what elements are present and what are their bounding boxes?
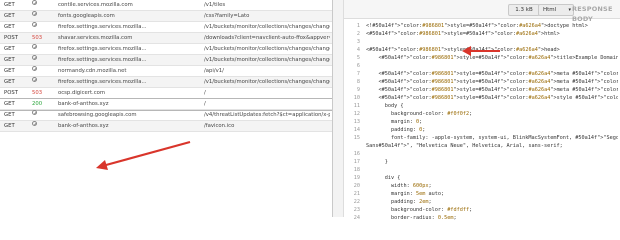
request-row[interactable]: POST 503 ocsp.digicert.com /	[0, 88, 332, 99]
blocked-icon	[32, 22, 50, 32]
response-panel: 1.3 kB Html RESPONSE BODY 1<!#50a14f">"c…	[344, 0, 620, 221]
request-row[interactable]: GET contile.services.mozilla.com/v1/tiles	[0, 0, 332, 11]
blocked-icon	[32, 11, 37, 16]
blocked-icon	[32, 77, 50, 87]
blocked-icon	[32, 110, 50, 120]
line-number: 24	[353, 215, 360, 221]
request-host: fonts.googleapis.com	[58, 13, 115, 19]
blocked-icon	[32, 0, 37, 5]
request-path: /api/v1/	[204, 68, 224, 74]
request-path: /v1/buckets/monitor/collections/changes/…	[204, 57, 330, 63]
request-method: GET	[4, 123, 15, 129]
blocked-icon	[32, 66, 50, 76]
request-method: GET	[4, 2, 15, 8]
blocked-icon	[32, 11, 50, 21]
request-path: /css?family=Lato	[204, 13, 250, 19]
format-select[interactable]: Html	[538, 4, 574, 16]
request-method: GET	[4, 112, 15, 118]
request-path: /v1/buckets/monitor/collections/changes/…	[204, 24, 330, 30]
request-method: GET	[4, 101, 15, 107]
request-host: shavar.services.mozilla.com	[58, 35, 133, 41]
blocked-icon	[32, 55, 37, 60]
request-path: /v1/buckets/monitor/collections/changes/…	[204, 79, 330, 85]
request-method: GET	[4, 24, 15, 30]
request-host: ocsp.digicert.com	[58, 90, 106, 96]
request-method: POST	[4, 90, 18, 96]
response-toolbar: 1.3 kB Html RESPONSE BODY	[344, 0, 620, 23]
request-host: firefox.settings.services.mozilla...	[58, 57, 147, 63]
request-status: 503	[32, 90, 43, 96]
request-path: /v1/tiles	[204, 2, 226, 8]
request-row[interactable]: POST 503 shavar.services.mozilla.com/downl…	[0, 33, 332, 44]
request-row[interactable]: GET 200 bank-of-anthos.xyz /	[0, 98, 332, 111]
request-row[interactable]: GET firefox.settings.services.mozilla... /…	[0, 55, 332, 66]
request-method: GET	[4, 13, 15, 19]
request-path: /v1/buckets/monitor/collections/changes/…	[204, 46, 330, 52]
request-path: /v4/threatListUpdates:fetch?$ct=applicat…	[204, 112, 330, 118]
blocked-icon	[32, 22, 37, 27]
request-row[interactable]: GET fonts.googleapis.com/css?family=Lato	[0, 11, 332, 22]
pane-gutter	[333, 0, 344, 217]
blocked-icon	[32, 44, 50, 54]
line-number: 15	[353, 135, 360, 141]
request-method: POST	[4, 35, 18, 41]
blocked-icon	[32, 0, 50, 10]
code-line: <#50a14f">"color:#986801">style=#50a14f"…	[366, 31, 560, 37]
request-row[interactable]: GET bank-of-anthos.xyz/favicon.ico	[0, 121, 332, 132]
request-path: /favicon.ico	[204, 123, 235, 129]
request-list: GET contile.services.mozilla.com/v1/tiles…	[0, 0, 332, 217]
code-line: Sans#50a14f">", "Helvetica Neue", Helvet…	[366, 143, 563, 149]
response-size-badge: 1.3 kB	[508, 4, 540, 16]
request-host: bank-of-anthos.xyz	[58, 101, 109, 107]
blocked-icon	[32, 55, 50, 65]
blocked-icon	[32, 77, 37, 82]
code-line: }	[366, 159, 388, 165]
annotation-arrow-request	[96, 140, 191, 170]
request-method: GET	[4, 46, 15, 52]
blocked-icon	[32, 121, 37, 126]
request-status: 200	[32, 101, 43, 107]
request-row[interactable]: GET firefox.settings.services.mozilla... /…	[0, 77, 332, 88]
request-row[interactable]: GET firefox.settings.services.mozilla... /…	[0, 44, 332, 55]
request-host: firefox.settings.services.mozilla...	[58, 46, 147, 52]
request-row[interactable]: GET safebrowsing.googleapis.com/v4/threat…	[0, 110, 332, 121]
request-path: /	[204, 90, 206, 96]
request-method: GET	[4, 68, 15, 74]
request-host: firefox.settings.services.mozilla...	[58, 79, 147, 85]
code-line: border-radius: 0.5em;	[366, 215, 457, 221]
request-host: bank-of-anthos.xyz	[58, 123, 109, 129]
request-host: firefox.settings.services.mozilla...	[58, 24, 147, 30]
request-host: safebrowsing.googleapis.com	[58, 112, 137, 118]
blocked-icon	[32, 121, 50, 131]
blocked-icon	[32, 110, 37, 115]
request-path: /	[204, 101, 206, 107]
request-path: /downloads?client=navclient-auto-ffox&ap…	[204, 35, 330, 41]
blocked-icon	[32, 66, 37, 71]
request-method: GET	[4, 57, 15, 63]
request-status: 503	[32, 35, 43, 41]
request-row[interactable]: GET firefox.settings.services.mozilla... /…	[0, 22, 332, 33]
request-row[interactable]: GET normandy.cdn.mozilla.net/api/v1/	[0, 66, 332, 77]
request-method: GET	[4, 79, 15, 85]
annotation-arrow-title	[462, 46, 500, 56]
request-host: normandy.cdn.mozilla.net	[58, 68, 127, 74]
request-host: contile.services.mozilla.com	[58, 2, 133, 8]
blocked-icon	[32, 44, 37, 49]
